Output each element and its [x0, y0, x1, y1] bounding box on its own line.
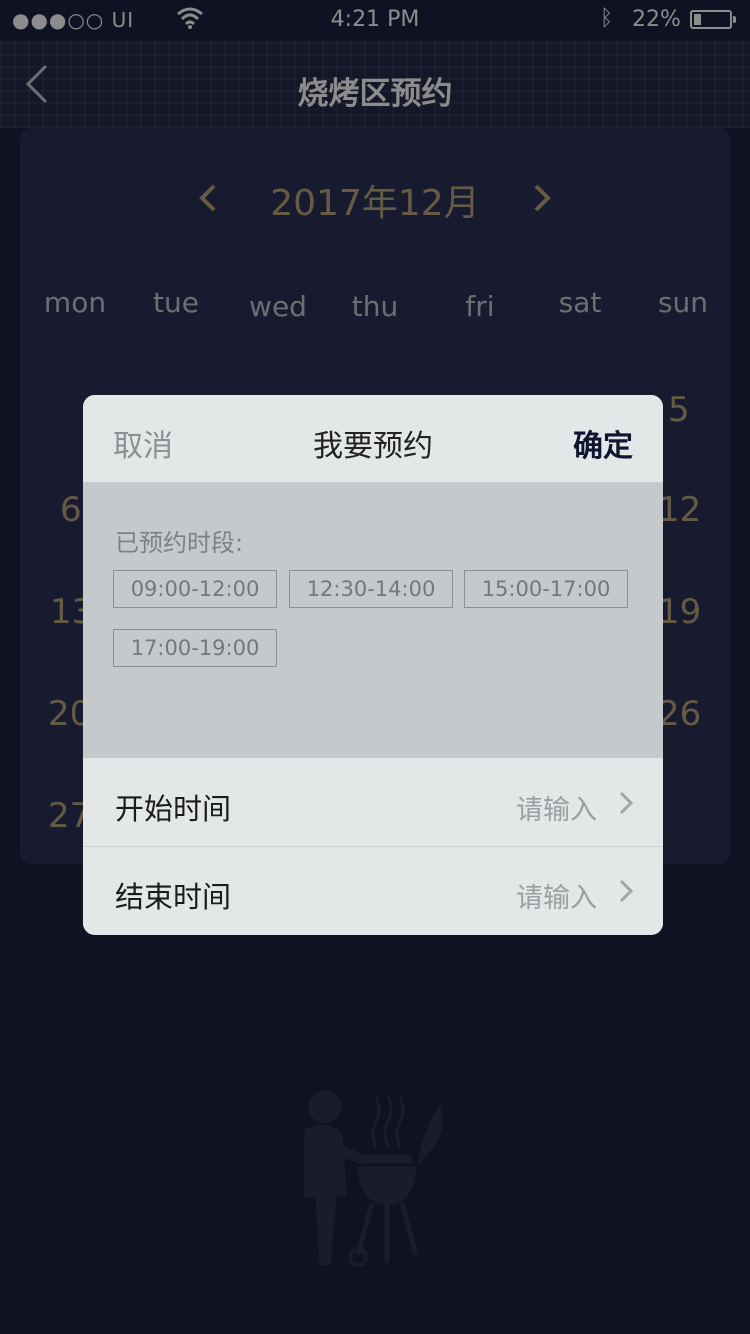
confirm-button[interactable]: 确定	[573, 421, 633, 465]
modal-header: 取消 我要预约 确定	[83, 395, 663, 483]
start-time-placeholder: 请输入	[516, 795, 597, 826]
booked-slot: 17:00-19:00	[113, 629, 277, 667]
booked-slots-section: 已预约时段: 09:00-12:00 12:30-14:00 15:00-17:…	[83, 483, 663, 758]
booked-slot: 12:30-14:00	[289, 570, 453, 608]
end-time-row[interactable]: 结束时间 请输入	[83, 847, 663, 934]
chevron-right-icon	[619, 879, 634, 903]
booked-slot: 09:00-12:00	[113, 570, 277, 608]
end-time-label: 结束时间	[115, 880, 232, 914]
booked-label: 已预约时段:	[115, 529, 244, 557]
chevron-right-icon	[619, 791, 634, 815]
end-time-placeholder: 请输入	[516, 883, 597, 914]
start-time-row[interactable]: 开始时间 请输入	[83, 759, 663, 847]
start-time-label: 开始时间	[115, 792, 232, 826]
booking-modal: 取消 我要预约 确定 已预约时段: 09:00-12:00 12:30-14:0…	[83, 395, 663, 935]
booked-slot: 15:00-17:00	[464, 570, 628, 608]
